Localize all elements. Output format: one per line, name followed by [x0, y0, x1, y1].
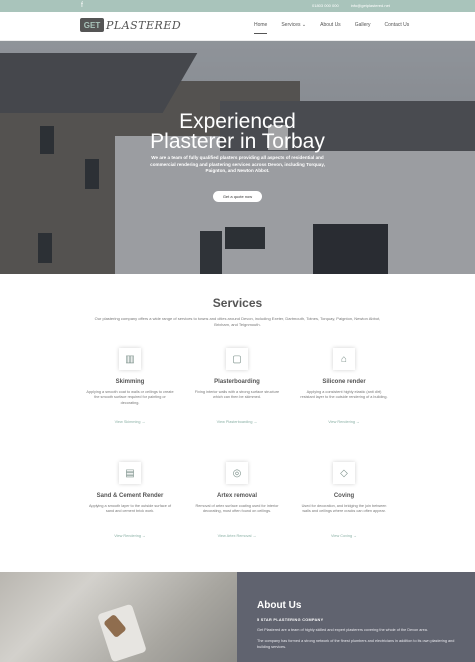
service-title: Silicone render — [322, 379, 366, 385]
services-intro: Our plastering company offers a wide ran… — [94, 316, 381, 327]
nav-item-contact[interactable]: Contact Us — [385, 22, 410, 34]
nav-menu: Home Services ⌄ About Us Gallery Contact… — [254, 22, 409, 34]
service-card-artex: ◎ Artex removal Removal of artex surface… — [192, 462, 282, 538]
skimming-icon: ▥ — [119, 348, 141, 370]
service-desc: Used for decoration, and bridging the jo… — [301, 504, 387, 514]
service-link[interactable]: View Coving → — [299, 534, 389, 538]
services-title: Services — [212, 296, 263, 310]
about-title: About Us — [257, 600, 302, 611]
service-link[interactable]: View Rendering → — [299, 420, 389, 424]
services-section: Services Our plastering company offers a… — [0, 274, 475, 572]
nav-item-gallery[interactable]: Gallery — [355, 22, 371, 34]
site-logo[interactable]: GET PLASTERED — [80, 18, 181, 32]
nav-item-services[interactable]: Services ⌄ — [281, 22, 306, 34]
hero-title: Experienced Plasterer in Torbay — [150, 110, 325, 153]
service-link[interactable]: View Artex Removal → — [192, 534, 282, 538]
service-card-coving: ◇ Coving Used for decoration, and bridgi… — [299, 462, 389, 538]
main-nav: GET PLASTERED Home Services ⌄ About Us G… — [0, 12, 475, 41]
artex-icon: ◎ — [226, 462, 248, 484]
about-section: About Us 5 STAR PLASTERING COMPANY Get P… — [0, 572, 475, 662]
top-bar: f 01803 000 000 info@getplastered.net — [0, 0, 475, 12]
logo-badge: GET — [80, 18, 104, 32]
about-panel: About Us 5 STAR PLASTERING COMPANY Get P… — [237, 572, 475, 662]
coving-icon: ◇ — [333, 462, 355, 484]
service-card-plasterboarding: ▢ Plasterboarding Fixing interior walls … — [192, 348, 282, 424]
email-address[interactable]: info@getplastered.net — [351, 3, 390, 8]
service-card-sand-cement: ▤ Sand & Cement Render Applying a smooth… — [85, 462, 175, 538]
service-title: Artex removal — [216, 493, 258, 499]
top-contact: 01803 000 000 info@getplastered.net — [312, 3, 390, 8]
service-desc: Applying a smooth coat to walls or ceili… — [86, 390, 174, 405]
service-desc: Removal of artex surface coating used fo… — [195, 504, 279, 514]
service-title: Skimming — [115, 379, 145, 385]
render-icon: ▤ — [119, 462, 141, 484]
service-link[interactable]: View Rendering → — [85, 534, 175, 538]
about-subtitle: 5 STAR PLASTERING COMPANY — [257, 618, 324, 622]
phone-number[interactable]: 01803 000 000 — [312, 3, 339, 8]
facebook-icon[interactable]: f — [81, 2, 83, 9]
about-image — [0, 572, 237, 662]
hero-subtitle: We are a team of fully qualified plaster… — [150, 155, 325, 173]
service-link[interactable]: View Skimming → — [85, 420, 175, 424]
service-desc: Fixing interior walls with a strong surf… — [194, 390, 280, 400]
about-paragraph: Get Plastered are a team of highly skill… — [257, 628, 428, 632]
quote-button[interactable]: Get a quote now — [213, 191, 262, 202]
service-link[interactable]: View Plasterboarding → — [192, 420, 282, 424]
nav-item-home[interactable]: Home — [254, 22, 268, 34]
logo-text: PLASTERED — [106, 18, 182, 32]
plasterboarding-icon: ▢ — [226, 348, 248, 370]
service-desc: Applying a smooth layer to the outside s… — [88, 504, 172, 514]
service-card-silicone: ⌂ Silicone render Applying a consistent … — [299, 348, 389, 424]
about-paragraph: The company has formed a strong network … — [257, 639, 455, 649]
hero-section: Experienced Plasterer in Torbay We are a … — [0, 41, 475, 274]
house-icon: ⌂ — [333, 348, 355, 370]
service-desc: Applying a consistent highly elastic (an… — [300, 390, 388, 400]
service-title: Plasterboarding — [214, 379, 260, 385]
service-title: Sand & Cement Render — [96, 493, 164, 499]
nav-item-about[interactable]: About Us — [320, 22, 341, 34]
service-card-skimming: ▥ Skimming Applying a smooth coat to wal… — [85, 348, 175, 424]
service-title: Coving — [333, 493, 355, 499]
